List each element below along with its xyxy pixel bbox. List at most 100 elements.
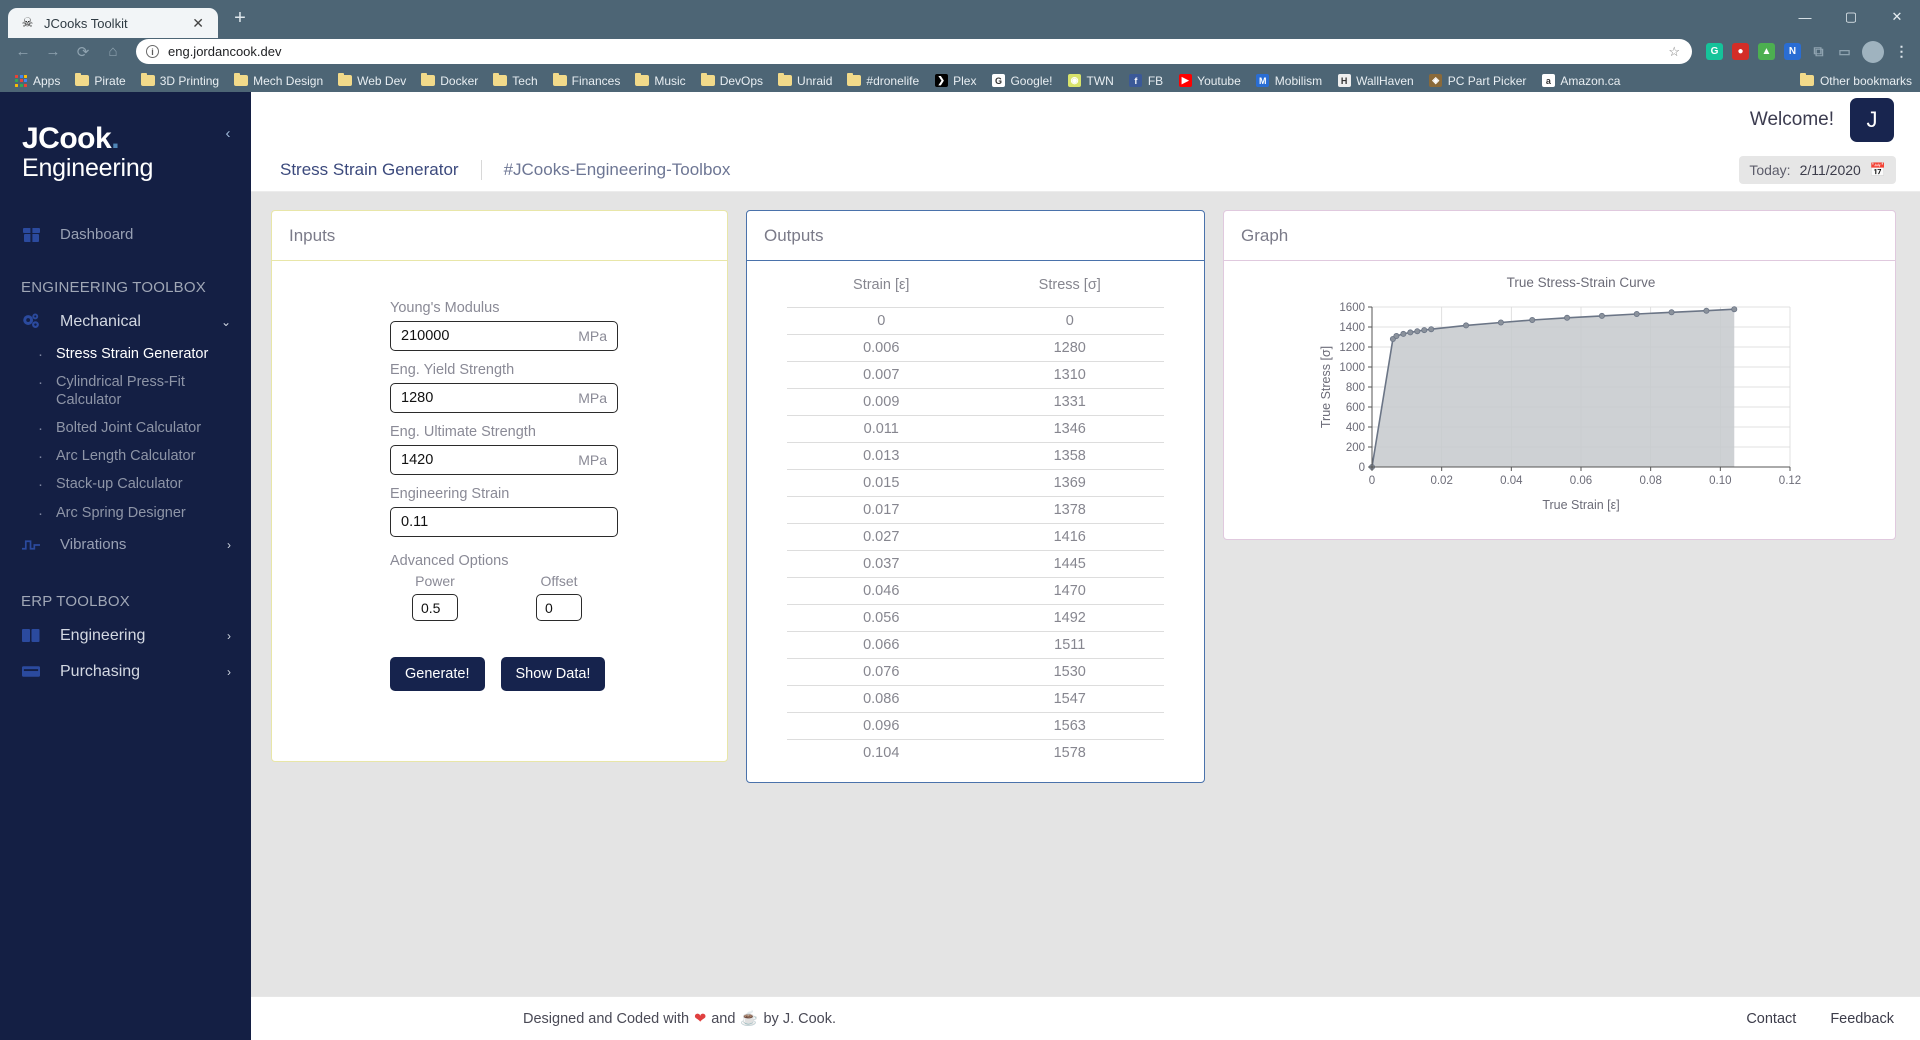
text-input[interactable] xyxy=(401,452,579,468)
sidebar-item-dashboard[interactable]: Dashboard xyxy=(0,217,251,253)
input-eng-yield-strength[interactable]: MPa xyxy=(390,383,618,413)
chevron-right-icon[interactable]: › xyxy=(227,665,231,679)
back-icon[interactable]: ← xyxy=(10,39,36,65)
text-input[interactable] xyxy=(545,599,573,616)
maximize-icon[interactable]: ▢ xyxy=(1828,0,1874,34)
bookmark-web-dev[interactable]: Web Dev xyxy=(332,72,412,90)
forward-icon[interactable]: → xyxy=(40,39,66,65)
sidebar-subitem-cylindrical-press-fit-calculator[interactable]: · Cylindrical Press-Fit Calculator xyxy=(0,368,251,414)
strain-cell: 0.086 xyxy=(787,685,976,713)
avatar[interactable]: J xyxy=(1850,98,1894,142)
text-input[interactable] xyxy=(401,390,579,406)
logo[interactable]: JCook. Engineering xyxy=(0,110,251,183)
sidebar-subitem-stress-strain-generator[interactable]: · Stress Strain Generator xyxy=(0,340,251,368)
bookmark-amazon-ca[interactable]: a Amazon.ca xyxy=(1535,72,1626,90)
amazon-icon: a xyxy=(1541,74,1555,87)
info-icon[interactable]: i xyxy=(146,45,159,58)
other-bookmarks[interactable]: Other bookmarks xyxy=(1799,72,1912,88)
adblock-icon[interactable]: ▲ xyxy=(1758,43,1775,60)
bookmark-docker[interactable]: Docker xyxy=(415,72,484,90)
power-input[interactable] xyxy=(412,594,458,621)
bookmark-finances[interactable]: Finances xyxy=(547,72,627,90)
bookmark-mobilism[interactable]: M Mobilism xyxy=(1250,72,1328,90)
cast-icon[interactable]: ▭ xyxy=(1836,43,1853,60)
bookmark-dronelife[interactable]: #dronelife xyxy=(841,72,925,90)
chevron-right-icon[interactable]: › xyxy=(227,629,231,643)
bookmark-3d-printing[interactable]: 3D Printing xyxy=(135,72,225,90)
sidebar-subitem-stack-up-calculator[interactable]: · Stack-up Calculator xyxy=(0,470,251,498)
input-young-s-modulus[interactable]: MPa xyxy=(390,321,618,351)
pcpartpicker-icon: ◈ xyxy=(1429,74,1443,87)
input-engineering-strain[interactable] xyxy=(390,507,618,537)
offset-input[interactable] xyxy=(536,594,582,621)
contact-link[interactable]: Contact xyxy=(1746,1011,1796,1027)
office-icon[interactable]: N xyxy=(1784,43,1801,60)
heart-icon: ❤ xyxy=(694,1010,707,1027)
bookmark-google[interactable]: G Google! xyxy=(985,72,1058,90)
table-row: 0.056 1492 xyxy=(787,604,1164,632)
generate-button[interactable]: Generate! xyxy=(390,657,485,691)
x-tick-label: 0 xyxy=(1368,475,1374,487)
outputs-panel: Outputs Strain [ε] Stress [σ] 0 0 0.006 1280… xyxy=(746,210,1205,783)
bookmark-unraid[interactable]: Unraid xyxy=(772,72,838,90)
other-bookmarks-label: Other bookmarks xyxy=(1819,73,1912,88)
bookmark-youtube[interactable]: ▶ Youtube xyxy=(1172,72,1247,90)
sidebar-subitem-arc-length-calculator[interactable]: · Arc Length Calculator xyxy=(0,442,251,470)
menu-icon[interactable]: ⋮ xyxy=(1893,43,1910,60)
date-chip[interactable]: Today: 2/11/2020 📅 xyxy=(1739,156,1896,184)
close-window-icon[interactable]: ✕ xyxy=(1874,0,1920,34)
chevron-down-icon[interactable]: ⌄ xyxy=(221,315,231,329)
folder-icon xyxy=(234,72,249,87)
chevron-left-icon[interactable]: ‹ xyxy=(219,124,237,142)
minimize-icon[interactable]: — xyxy=(1782,0,1828,34)
sidebar-item-mechanical[interactable]: Mechanical ⌄ xyxy=(0,304,251,340)
button-row: Generate! Show Data! xyxy=(390,657,727,691)
bookmark-twn[interactable]: ◉ TWN xyxy=(1062,72,1120,90)
bookmark-music[interactable]: Music xyxy=(629,72,691,90)
bookmark-pirate[interactable]: Pirate xyxy=(69,72,131,90)
input-eng-ultimate-strength[interactable]: MPa xyxy=(390,445,618,475)
lastpass-icon[interactable]: ● xyxy=(1732,43,1749,60)
calendar-icon[interactable]: 📅 xyxy=(1870,162,1886,178)
youtube-icon: ▶ xyxy=(1178,74,1192,87)
text-input[interactable] xyxy=(401,328,579,344)
home-icon[interactable]: ⌂ xyxy=(100,39,126,65)
folder-icon xyxy=(635,72,650,87)
close-icon[interactable]: ✕ xyxy=(190,15,206,32)
text-input[interactable] xyxy=(401,514,607,530)
bookmark-wallhaven[interactable]: H WallHaven xyxy=(1331,72,1420,90)
y-tick-label: 600 xyxy=(1345,402,1364,414)
bookmark-pc-part-picker[interactable]: ◈ PC Part Picker xyxy=(1423,72,1533,90)
grammarly-icon[interactable]: G xyxy=(1706,43,1723,60)
table-row: 0.017 1378 xyxy=(787,496,1164,524)
bookmark-apps[interactable]: Apps xyxy=(8,72,66,90)
field-label: Young's Modulus xyxy=(390,300,500,316)
browser-tab[interactable]: ☠ JCooks Toolkit ✕ xyxy=(8,8,218,38)
sidebar-item-engineering[interactable]: Engineering › xyxy=(0,618,251,654)
bookmark-plex[interactable]: ❯ Plex xyxy=(928,72,982,90)
bookmark-mech-design[interactable]: Mech Design xyxy=(228,72,329,90)
address-bar[interactable]: i eng.jordancook.dev ☆ xyxy=(136,39,1692,64)
chart-data-point xyxy=(1420,327,1427,334)
bookmark-tech[interactable]: Tech xyxy=(487,72,543,90)
chart-data-point xyxy=(1668,309,1675,316)
sidebar-item-vibrations[interactable]: Vibrations › xyxy=(0,527,251,563)
feedback-link[interactable]: Feedback xyxy=(1830,1011,1894,1027)
bookmark-devops[interactable]: DevOps xyxy=(695,72,769,90)
puzzle-icon[interactable]: ⧉ xyxy=(1810,43,1827,60)
sidebar-subitem-arc-spring-designer[interactable]: · Arc Spring Designer xyxy=(0,499,251,527)
new-tab-button[interactable]: + xyxy=(226,4,254,32)
profile-avatar[interactable] xyxy=(1862,40,1884,63)
bookmark-fb[interactable]: f FB xyxy=(1123,72,1169,90)
text-input[interactable] xyxy=(421,599,449,616)
waveform-icon xyxy=(22,536,40,554)
chevron-right-icon[interactable]: › xyxy=(227,538,231,552)
sidebar-subitem-bolted-joint-calculator[interactable]: · Bolted Joint Calculator xyxy=(0,414,251,442)
sidebar-item-purchasing[interactable]: Purchasing › xyxy=(0,654,251,690)
bookmark-star-icon[interactable]: ☆ xyxy=(1668,44,1680,60)
tab-stress-strain-generator[interactable]: Stress Strain Generator xyxy=(280,160,481,180)
tab-jcooks-engineering-toolbox[interactable]: #JCooks-Engineering-Toolbox xyxy=(480,159,753,180)
reload-icon[interactable]: ⟳ xyxy=(70,39,96,65)
stress-cell: 1346 xyxy=(975,415,1164,443)
show-data-button[interactable]: Show Data! xyxy=(500,657,606,691)
